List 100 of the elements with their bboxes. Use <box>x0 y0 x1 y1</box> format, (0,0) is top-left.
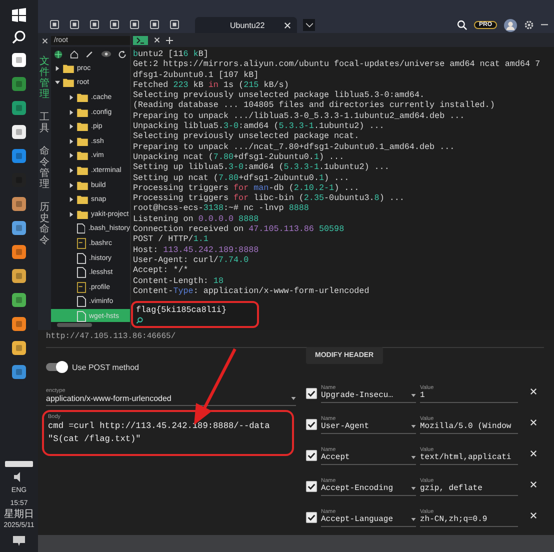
terminal-line: Content-Type: application/x-www-form-urlencoded <box>133 286 370 296</box>
caret-icon <box>55 80 60 86</box>
terminal-line: Setting up liblua5.3-0:amd64 (5.3.3-1.1ubuntu2) ... <box>133 162 390 173</box>
folder-icon <box>77 92 88 102</box>
close-icon[interactable] <box>530 481 537 488</box>
avatar[interactable] <box>504 18 517 32</box>
app-icon[interactable] <box>11 244 27 260</box>
script-file-icon <box>77 238 86 249</box>
checkbox[interactable] <box>306 512 317 523</box>
toolbar-icon[interactable] <box>150 20 159 28</box>
caret-icon <box>69 168 74 173</box>
side-tab[interactable]: 命令管理 <box>40 146 50 190</box>
checkbox[interactable] <box>306 419 317 430</box>
app-icon[interactable] <box>11 196 27 212</box>
terminal-icon[interactable] <box>11 100 27 116</box>
app-icon[interactable] <box>11 52 27 68</box>
caret-icon <box>69 197 74 202</box>
file-icon <box>77 310 86 322</box>
scrollbar[interactable] <box>57 323 92 327</box>
caret-icon <box>69 138 74 144</box>
dropdown-caret-icon <box>411 394 416 397</box>
toggle-switch[interactable] <box>46 363 66 371</box>
settings-icon[interactable] <box>524 20 534 30</box>
search-icon <box>136 317 143 324</box>
toolbar-icon[interactable] <box>70 20 79 28</box>
caret-icon <box>69 182 74 188</box>
caret-icon <box>69 212 74 217</box>
app-icon[interactable] <box>11 220 27 236</box>
close-icon[interactable] <box>530 512 537 519</box>
folder-icon[interactable] <box>11 268 27 284</box>
eye-icon[interactable] <box>100 50 112 58</box>
browser-icon[interactable] <box>11 76 27 92</box>
terminal-line: User-Agent: curl/7.74.0 <box>133 254 250 266</box>
terminal-tab[interactable] <box>133 36 148 44</box>
folder-icon <box>77 166 88 175</box>
home-icon[interactable] <box>70 50 78 58</box>
caret-icon <box>55 66 60 71</box>
close-icon[interactable] <box>154 37 160 43</box>
folder-icon <box>63 78 74 88</box>
dropdown-caret-icon <box>411 456 416 459</box>
terminal-line: Unpacking liblua5.3-0:amd64 (5.3.3-1.1ubuntu2) ... <box>133 121 386 132</box>
terminal-line: Preparing to unpack .../ncat_7.80+dfsg1-2ubuntu0.1_amd64.deb ... <box>133 142 456 152</box>
terminal-line: Preparing to unpack .../liblua5.3-0_5.3.3-1.1ubuntu2_amd64.deb ... <box>133 110 466 122</box>
toolbar-icon[interactable] <box>90 20 99 28</box>
windows-logo-icon[interactable] <box>12 8 26 22</box>
compass-icon[interactable] <box>54 50 63 58</box>
app-icon[interactable] <box>11 124 27 140</box>
folder-icon <box>77 122 88 132</box>
close-icon[interactable] <box>42 38 48 44</box>
terminal-line: buntu2 [116 kB] <box>133 49 210 60</box>
chevron-down-icon <box>306 22 312 28</box>
folder-icon <box>77 210 88 219</box>
caret-icon <box>69 124 74 130</box>
session-tab[interactable]: Ubuntu22 <box>195 17 297 33</box>
checkbox[interactable] <box>306 450 317 461</box>
terminal-line: Selecting previously unselected package ncat. <box>133 131 360 142</box>
caret-icon <box>69 110 74 115</box>
side-tab[interactable]: 工具 <box>40 112 50 134</box>
search-icon[interactable] <box>456 20 467 30</box>
caret-icon <box>69 153 74 158</box>
terminal-line: Content-Length: 18 <box>133 276 224 286</box>
terminal-line: Setting up ncat (7.80+dfsg1-2ubuntu0.1) ... <box>133 172 350 183</box>
terminal-line: dfsg1-2ubuntu0.1 [107 kB] <box>133 70 260 80</box>
add-tab-icon[interactable] <box>166 36 173 44</box>
toolbar-icon[interactable] <box>170 20 179 28</box>
tab-list-button[interactable] <box>303 19 315 31</box>
close-icon[interactable] <box>530 450 537 457</box>
close-icon[interactable] <box>530 388 537 395</box>
search-icon[interactable] <box>11 316 27 332</box>
toolbar-icon[interactable] <box>130 20 139 28</box>
command-input-field[interactable]: flag{5ki185ca8l1i} <box>131 301 259 328</box>
notification-icon[interactable] <box>13 536 25 546</box>
terminal-line: root@hcss-ecs-3138:~# nc -lnvp 8888 <box>133 203 310 214</box>
folder-icon[interactable] <box>11 340 27 356</box>
toolbar-icon[interactable] <box>110 20 119 28</box>
terminal-line: Processing triggers for libc-bin (2.35-0ubuntu3.8) ... <box>133 193 406 204</box>
folder-icon <box>77 108 88 117</box>
dropdown-caret-icon <box>411 518 416 521</box>
terminal-line: (Reading database ... 104805 files and directories currently installed.) <box>133 100 496 111</box>
toolbar-icon[interactable] <box>50 20 59 28</box>
file-icon <box>77 267 86 278</box>
spreadsheet-icon[interactable] <box>11 292 27 308</box>
folder-icon <box>77 195 88 204</box>
close-icon[interactable] <box>284 22 291 28</box>
link-icon[interactable] <box>85 50 94 58</box>
minimize-icon[interactable] <box>541 24 548 26</box>
terminal-line: Host: 113.45.242.189:8888 <box>133 244 260 255</box>
terminal-line: Fetched 223 kB in 1s (215 kB/s) <box>133 80 290 90</box>
calculator-icon[interactable] <box>11 364 27 380</box>
side-tab[interactable]: 历史命令 <box>40 202 50 246</box>
folder-icon <box>77 151 88 160</box>
script-file-icon <box>77 282 86 293</box>
refresh-icon[interactable] <box>118 50 127 58</box>
toggle-label: Use POST method <box>72 362 139 372</box>
checkbox[interactable] <box>306 388 317 399</box>
checkbox[interactable] <box>306 481 317 492</box>
close-icon[interactable] <box>530 419 537 426</box>
side-tab[interactable]: 文件管理 <box>40 56 50 100</box>
window-icon[interactable] <box>11 148 27 164</box>
search-icon[interactable] <box>12 30 26 44</box>
